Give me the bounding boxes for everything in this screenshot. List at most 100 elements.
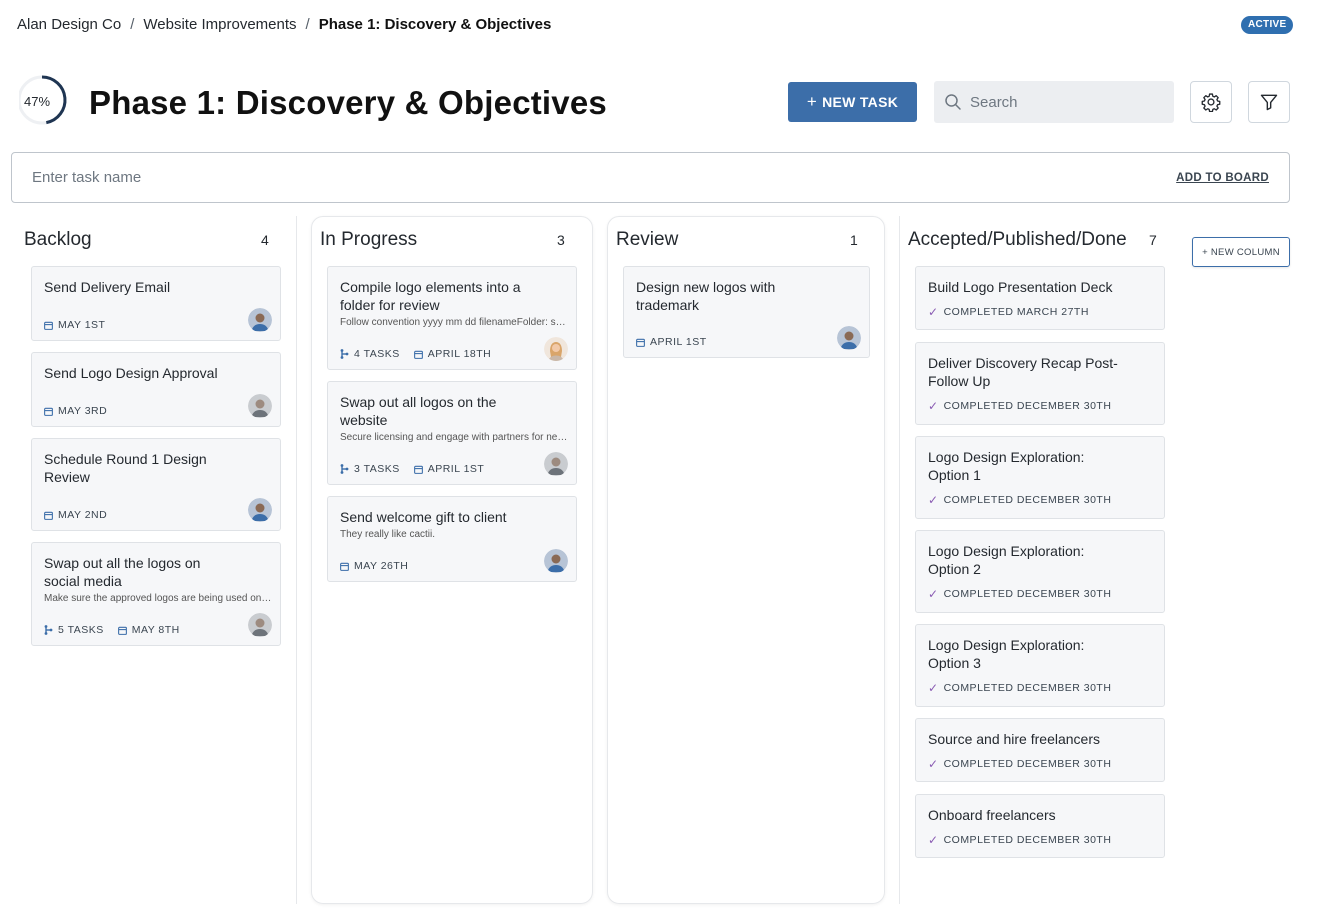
completion-date: COMPLETED DECEMBER 30TH — [943, 588, 1112, 600]
add-to-board-link[interactable]: ADD TO BOARD — [1176, 172, 1269, 184]
breadcrumb-separator: / — [130, 16, 135, 33]
new-column-button[interactable]: + NEW COLUMN — [1192, 237, 1290, 267]
subtask-count: 3 TASKS — [340, 463, 400, 475]
completion-date: COMPLETED DECEMBER 30TH — [943, 682, 1112, 694]
task-title: Design new logos with trademark — [636, 279, 776, 313]
column-divider — [899, 216, 900, 904]
task-card-completed[interactable]: Build Logo Presentation Deck ✓ COMPLETED … — [915, 266, 1165, 330]
completion-date: COMPLETED DECEMBER 30TH — [943, 494, 1112, 506]
assignee-avatar[interactable] — [544, 452, 568, 476]
due-date-text: APRIL 18TH — [427, 348, 492, 360]
check-icon: ✓ — [928, 399, 939, 413]
column-title-backlog: Backlog — [24, 229, 92, 250]
assignee-avatar[interactable] — [544, 549, 568, 573]
calendar-icon — [413, 465, 423, 474]
search-icon — [945, 94, 961, 110]
search-box[interactable] — [934, 81, 1174, 123]
completion-status: ✓ COMPLETED DECEMBER 30TH — [928, 681, 1152, 695]
subtask-count-text: 5 TASKS — [58, 624, 104, 636]
check-icon: ✓ — [928, 587, 939, 601]
task-card[interactable]: Send welcome gift to client They really … — [327, 496, 577, 582]
subtask-count-text: 3 TASKS — [354, 463, 400, 475]
subtasks-icon — [340, 464, 349, 474]
due-date-text: APRIL 1ST — [650, 336, 707, 348]
task-card-completed[interactable]: Source and hire freelancers ✓ COMPLETED D… — [915, 718, 1165, 782]
subtasks-icon — [340, 349, 349, 359]
filter-icon — [1260, 94, 1278, 111]
due-date: MAY 26TH — [340, 560, 408, 572]
task-title: Send welcome gift to client — [340, 509, 507, 525]
task-title: Build Logo Presentation Deck — [928, 279, 1113, 295]
assignee-avatar[interactable] — [248, 498, 272, 522]
due-date: MAY 3RD — [44, 405, 107, 417]
task-title: Schedule Round 1 Design Review — [44, 451, 207, 485]
new-task-button[interactable]: + NEW TASK — [788, 82, 917, 122]
breadcrumb-separator: / — [305, 16, 310, 33]
task-card[interactable]: Send Delivery Email MAY 1ST — [31, 266, 281, 341]
assignee-avatar[interactable] — [837, 326, 861, 350]
assignee-avatar[interactable] — [544, 337, 568, 361]
completion-status: ✓ COMPLETED DECEMBER 30TH — [928, 833, 1152, 847]
task-card[interactable]: Schedule Round 1 Design Review MAY 2ND — [31, 438, 281, 531]
task-title: Logo Design Exploration: Option 2 — [928, 543, 1085, 577]
column-divider — [296, 216, 297, 904]
task-name-input[interactable] — [32, 169, 1177, 186]
completion-date: COMPLETED DECEMBER 30TH — [943, 758, 1112, 770]
progress-percent: 47% — [24, 94, 51, 109]
due-date-text: MAY 3RD — [58, 405, 108, 417]
task-description: Follow convention yyyy mm dd filenameFol… — [340, 317, 568, 328]
due-date-text: MAY 8TH — [131, 624, 180, 636]
search-input[interactable] — [970, 93, 1160, 111]
task-title: Swap out all the logos on social media — [44, 555, 201, 589]
filter-button[interactable] — [1248, 81, 1290, 123]
completion-status: ✓ COMPLETED DECEMBER 30TH — [928, 587, 1152, 601]
subtask-count: 5 TASKS — [44, 624, 104, 636]
task-title: Compile logo elements into a folder for … — [340, 279, 521, 313]
due-date: MAY 2ND — [44, 509, 107, 521]
task-title: Onboard freelancers — [928, 807, 1056, 823]
breadcrumb-org-link[interactable]: Alan Design Co — [17, 16, 121, 33]
task-meta: 4 TASKS APRIL 18TH — [340, 348, 505, 360]
task-card[interactable]: Swap out all the logos on social media M… — [31, 542, 281, 646]
task-description: Make sure the approved logos are being u… — [44, 593, 272, 604]
task-card[interactable]: Swap out all logos on the website Secure… — [327, 381, 577, 485]
settings-button[interactable] — [1190, 81, 1232, 123]
task-card-completed[interactable]: Logo Design Exploration: Option 1 ✓ COMPL… — [915, 436, 1165, 519]
check-icon: ✓ — [928, 493, 939, 507]
task-description: Secure licensing and engage with partner… — [340, 432, 568, 443]
task-card-completed[interactable]: Deliver Discovery Recap Post-Follow Up ✓… — [915, 342, 1165, 425]
new-task-label: NEW TASK — [822, 94, 899, 110]
column-count: 7 — [1149, 232, 1157, 248]
task-meta: 3 TASKS APRIL 1ST — [340, 463, 498, 475]
breadcrumb-project-link[interactable]: Website Improvements — [143, 16, 296, 33]
due-date: APRIL 1ST — [413, 463, 485, 475]
task-card-completed[interactable]: Onboard freelancers ✓ COMPLETED DECEMBER … — [915, 794, 1165, 858]
due-date: MAY 8TH — [117, 624, 180, 636]
breadcrumb: Alan Design Co / Website Improvements / … — [17, 16, 551, 33]
assignee-avatar[interactable] — [248, 613, 272, 637]
task-card[interactable]: Design new logos with trademark APRIL 1S… — [623, 266, 870, 358]
task-card-completed[interactable]: Logo Design Exploration: Option 3 ✓ COMPL… — [915, 624, 1165, 707]
task-meta: MAY 26TH — [340, 560, 422, 572]
task-title: Send Logo Design Approval — [44, 365, 218, 381]
completion-date: COMPLETED DECEMBER 30TH — [943, 400, 1112, 412]
task-card-completed[interactable]: Logo Design Exploration: Option 2 ✓ COMPL… — [915, 530, 1165, 613]
subtask-count-text: 4 TASKS — [354, 348, 400, 360]
gear-icon — [1201, 93, 1221, 112]
task-card[interactable]: Compile logo elements into a folder for … — [327, 266, 577, 370]
task-meta: MAY 1ST — [44, 319, 119, 331]
task-title: Source and hire freelancers — [928, 731, 1100, 747]
plus-icon: + — [806, 92, 818, 111]
task-card[interactable]: Send Logo Design Approval MAY 3RD — [31, 352, 281, 427]
calendar-icon — [413, 350, 423, 359]
calendar-icon — [44, 407, 53, 416]
task-description: They really like cactii. — [340, 529, 436, 540]
calendar-icon — [340, 562, 349, 571]
completion-status: ✓ COMPLETED DECEMBER 30TH — [928, 399, 1152, 413]
assignee-avatar[interactable] — [248, 308, 272, 332]
assignee-avatar[interactable] — [248, 394, 272, 418]
column-count: 1 — [850, 232, 858, 248]
calendar-icon — [44, 321, 53, 330]
task-meta: MAY 2ND — [44, 509, 121, 521]
check-icon: ✓ — [928, 833, 939, 847]
